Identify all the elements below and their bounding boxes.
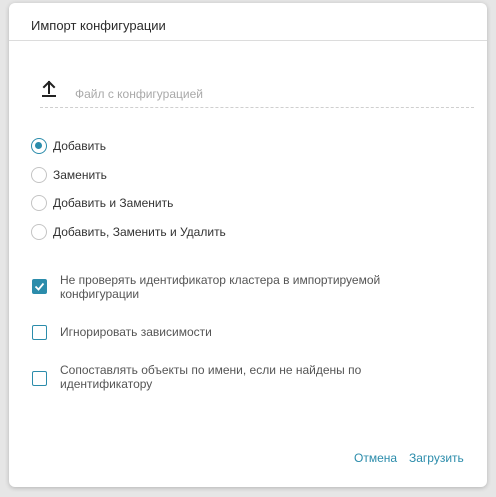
file-placeholder: Файл с конфигурацией [75,87,203,101]
radio-button[interactable] [31,138,47,154]
upload-button[interactable]: Загрузить [409,451,464,465]
radio-replace[interactable]: Заменить [31,166,107,184]
radio-label: Заменить [53,168,107,182]
upload-icon[interactable] [40,80,58,98]
import-config-dialog: Импорт конфигурации Файл с конфигурацией… [9,3,487,487]
radio-label: Добавить и Заменить [53,196,174,210]
checkbox-label: Игнорировать зависимости [60,325,212,339]
file-picker[interactable]: Файл с конфигурацией [40,80,474,108]
radio-add-replace[interactable]: Добавить и Заменить [31,194,173,212]
cancel-button[interactable]: Отмена [354,451,397,465]
radio-button[interactable] [31,167,47,183]
radio-button[interactable] [31,224,47,240]
radio-label: Добавить [53,139,107,153]
checkbox[interactable] [32,279,47,294]
checkbox[interactable] [32,371,47,386]
checkbox-label: Не проверять идентификатор кластера в им… [60,273,381,301]
dialog-title: Импорт конфигурации [9,3,487,41]
checkbox[interactable] [32,325,47,340]
radio-add[interactable]: Добавить [31,137,106,155]
radio-button[interactable] [31,195,47,211]
checkmark-icon [34,282,45,291]
radio-label: Добавить, Заменить и Удалить [53,225,226,239]
checkbox-label: Сопоставлять объекты по имени, если не н… [60,363,362,391]
radio-add-replace-delete[interactable]: Добавить, Заменить и Удалить [31,223,226,241]
